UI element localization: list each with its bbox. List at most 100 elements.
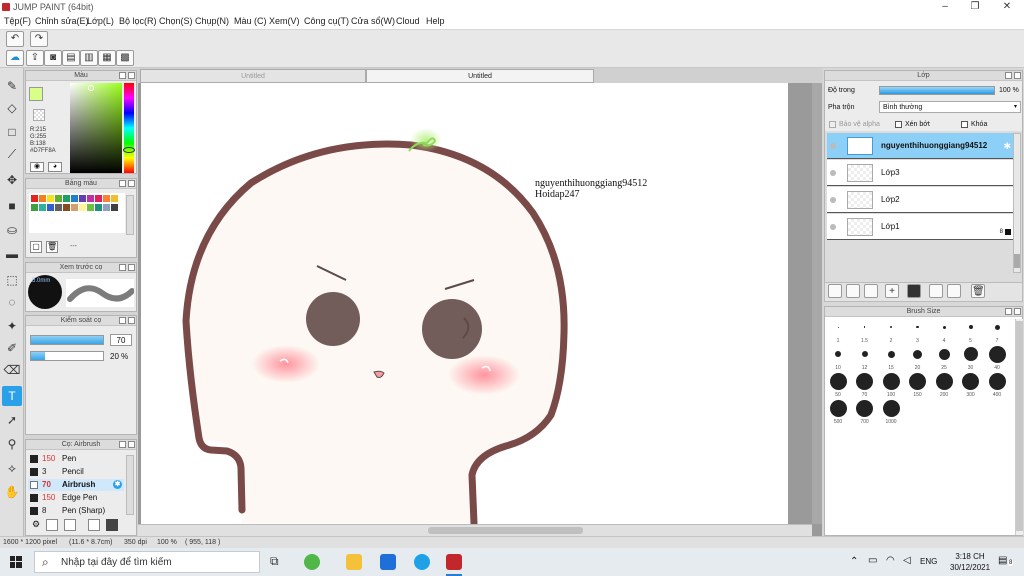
primary-color-swatch[interactable] (29, 87, 43, 101)
brush-tool-icon[interactable]: ✎ (2, 76, 22, 96)
visibility-eye-icon[interactable] (830, 143, 836, 149)
paste-brush-icon[interactable] (64, 519, 76, 531)
brush-size-dot[interactable] (988, 372, 1006, 390)
brush-item[interactable]: 150 Pen (28, 453, 124, 465)
tab-untitled-1[interactable]: Untitled (140, 69, 366, 83)
export-icon[interactable]: ⇪ (26, 50, 44, 66)
new-swatch-icon[interactable]: ▢ (30, 241, 42, 253)
color-swatch[interactable] (63, 195, 70, 202)
color-mode-button[interactable]: ◉ (30, 162, 44, 172)
color-swatch[interactable] (87, 204, 94, 211)
folder-icon[interactable] (907, 284, 921, 298)
new-layer-copy-icon[interactable] (846, 284, 860, 298)
brush-size-dot[interactable] (856, 372, 873, 390)
new-folder-layer-icon[interactable] (864, 284, 878, 298)
maximize-icon[interactable]: ❐ (960, 0, 990, 14)
language-indicator[interactable]: ENG (920, 557, 937, 566)
media-player-icon[interactable] (380, 554, 396, 570)
gradient-tool-icon[interactable]: ▬ (2, 244, 22, 264)
brush-item[interactable]: 8 Pen (Sharp) (28, 505, 124, 516)
layer-opacity-slider[interactable] (879, 86, 995, 95)
brush-size-dot[interactable] (962, 372, 979, 390)
color-swatch[interactable] (39, 204, 46, 211)
divide-tool-icon[interactable]: ⟡ (2, 458, 22, 478)
menu-color[interactable]: Màu (C) (234, 16, 267, 26)
copy-brush-icon[interactable] (46, 519, 58, 531)
brush-size-dot[interactable] (916, 325, 919, 329)
canvas-horizontal-scrollbar[interactable] (138, 524, 812, 536)
grid-icon[interactable]: ▦ (98, 50, 116, 66)
duplicate-layer-icon[interactable] (929, 284, 943, 298)
brush-size-dot[interactable] (837, 326, 839, 328)
menu-capture[interactable]: Chụp(N) (195, 16, 229, 26)
select-pen-icon[interactable]: ✐ (2, 338, 22, 358)
add-brush-icon[interactable]: ⚙ (30, 519, 42, 531)
layer-row-selected[interactable]: nguyenthihuonggiang94512 ✱ (827, 133, 1013, 159)
color-swatch[interactable] (87, 195, 94, 202)
brush-size-dot[interactable] (835, 351, 841, 357)
move-tool-icon[interactable]: ✥ (2, 170, 22, 190)
color-swatch[interactable] (63, 204, 70, 211)
hue-slider-handle[interactable] (123, 147, 135, 153)
taskbar-search-input[interactable]: ⌕ Nhập tại đây để tìm kiếm (34, 551, 260, 573)
brush-size-dot[interactable] (863, 326, 866, 328)
brush-folder-icon[interactable] (106, 519, 118, 531)
menu-edit[interactable]: Chỉnh sửa(E) (35, 16, 89, 26)
windows-start-icon[interactable] (10, 556, 22, 568)
layer-row[interactable]: Lớp1 8 (827, 214, 1013, 240)
delete-swatch-icon[interactable]: 🗑 (46, 241, 58, 253)
volume-icon[interactable]: ◁ (903, 555, 911, 566)
brush-item[interactable]: 3 Pencil (28, 466, 124, 478)
color-swatch[interactable] (79, 195, 86, 202)
swatch-grid[interactable] (29, 193, 125, 233)
select-rect-icon[interactable]: ⬚ (2, 270, 22, 290)
brush-item-selected[interactable]: 70 Airbrush ✱ (28, 479, 124, 491)
color-swatch[interactable] (71, 195, 78, 202)
color-swatch[interactable] (103, 204, 110, 211)
color-swatch[interactable] (39, 195, 46, 202)
color-picker-cursor[interactable] (88, 85, 94, 91)
brush-size-dot[interactable] (856, 399, 873, 417)
panel-icon[interactable]: ▤ (62, 50, 80, 66)
color-swatch[interactable] (31, 195, 38, 202)
brush-size-dot[interactable] (994, 324, 1000, 330)
color-swatch[interactable] (47, 204, 54, 211)
brush-size-dot[interactable] (913, 349, 922, 359)
brush-size-dot[interactable] (942, 325, 946, 329)
color-swatch[interactable] (31, 204, 38, 211)
lock-checkbox[interactable] (961, 121, 968, 128)
task-view-icon[interactable]: ⧉ (270, 554, 286, 570)
layer-row[interactable]: Lớp2 (827, 187, 1013, 213)
brush-opacity-slider[interactable] (30, 351, 104, 361)
blend-mode-select[interactable]: Bình thường ▾ (879, 101, 1021, 113)
jump-paint-taskbar-icon[interactable] (446, 554, 462, 570)
bucket-tool-icon[interactable]: ⛀ (2, 220, 22, 240)
settings-icon[interactable]: ▩ (116, 50, 134, 66)
brush-size-dot[interactable] (887, 350, 895, 358)
menu-view[interactable]: Xem(V) (269, 16, 300, 26)
tab-untitled-2[interactable]: Untitled (366, 69, 594, 83)
menu-file[interactable]: Tệp(F) (4, 16, 31, 26)
brush-size-dot[interactable] (935, 372, 953, 390)
color-swatch[interactable] (55, 204, 62, 211)
color-swatch[interactable] (71, 204, 78, 211)
color-swatch[interactable] (111, 195, 118, 202)
brush-size-value[interactable]: 70 (110, 334, 132, 346)
color-swatch[interactable] (103, 195, 110, 202)
layer-list-scrollbar[interactable] (1013, 133, 1021, 273)
delete-layer-icon[interactable]: 🗑 (971, 284, 985, 298)
rect-tool-icon[interactable]: □ (2, 122, 22, 142)
color-history-button[interactable]: ◕ (48, 162, 62, 172)
line-tool-icon[interactable]: ⟋ (2, 144, 22, 164)
menu-help[interactable]: Help (426, 16, 445, 26)
drawing-canvas[interactable]: nguyenthihuonggiang94512 Hoidap247 (141, 83, 788, 524)
brush-size-dot[interactable] (968, 325, 973, 329)
color-swatch[interactable] (79, 204, 86, 211)
brush-size-dot[interactable] (882, 372, 900, 390)
brush-size-scrollbar[interactable] (1015, 319, 1023, 535)
menu-select[interactable]: Chọn(S) (159, 16, 193, 26)
canvas-text-layer[interactable]: nguyenthihuonggiang94512 Hoidap247 (535, 178, 647, 200)
add-menu-icon[interactable]: + (885, 284, 899, 298)
comment-icon[interactable]: ◙ (44, 50, 62, 66)
chevron-up-icon[interactable]: ⌃ (850, 556, 858, 567)
